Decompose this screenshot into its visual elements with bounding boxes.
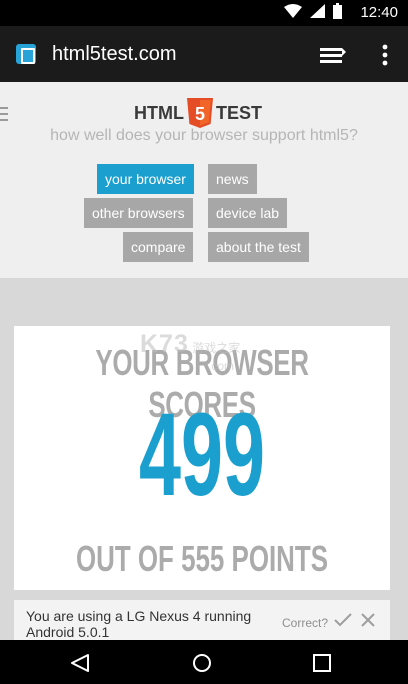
status-icons bbox=[284, 2, 342, 24]
nav-device-lab[interactable]: device lab bbox=[208, 198, 288, 228]
check-icon[interactable] bbox=[334, 612, 352, 628]
device-info-text: You are using a LG Nexus 4 running Andro… bbox=[26, 608, 252, 640]
watermark-domain: .com bbox=[208, 359, 235, 373]
score-max: OUT OF 555 POINTS bbox=[75, 538, 329, 579]
battery-icon bbox=[333, 2, 342, 24]
logo-text-right: TEST bbox=[215, 102, 262, 123]
home-icon[interactable] bbox=[192, 653, 212, 673]
tabs-icon[interactable] bbox=[320, 46, 346, 64]
wifi-icon bbox=[284, 3, 302, 23]
logo-text-left: HTML bbox=[134, 102, 184, 123]
site-logo[interactable]: HTML 5 TEST bbox=[134, 98, 262, 128]
page-title[interactable]: html5test.com bbox=[52, 43, 176, 66]
nav-compare[interactable]: compare bbox=[123, 232, 194, 262]
score-value: 499 bbox=[138, 389, 265, 521]
system-nav-bar bbox=[0, 640, 408, 684]
tagline: how well does your browser support html5… bbox=[50, 127, 358, 144]
nav-news[interactable]: news bbox=[208, 164, 257, 194]
page-content: HTML 5 TEST how well does your browser s… bbox=[0, 82, 408, 640]
site-icon bbox=[16, 44, 36, 64]
watermark: K73 游戏之家 .com bbox=[140, 330, 240, 373]
html5-shield-icon: 5 bbox=[186, 98, 213, 128]
correct-prompt: Correct? bbox=[282, 616, 329, 630]
nav-your-browser[interactable]: your browser bbox=[97, 164, 194, 194]
watermark-logo: K73 bbox=[140, 330, 189, 358]
status-time: 12:40 bbox=[360, 4, 398, 21]
nav-other-browsers[interactable]: other browsers bbox=[84, 198, 193, 228]
recent-apps-icon[interactable] bbox=[313, 654, 331, 672]
back-icon[interactable] bbox=[70, 654, 90, 672]
logo-shield-number: 5 bbox=[195, 104, 205, 124]
app-bar: html5test.com bbox=[0, 26, 408, 82]
site-header: HTML 5 TEST how well does your browser s… bbox=[0, 82, 408, 278]
watermark-subtitle: 游戏之家 bbox=[192, 341, 241, 355]
signal-icon bbox=[310, 3, 325, 23]
status-bar: 12:40 bbox=[0, 0, 408, 26]
nav-about-the-test[interactable]: about the test bbox=[208, 232, 309, 262]
overflow-menu-icon[interactable] bbox=[382, 44, 388, 66]
menu-icon[interactable] bbox=[0, 107, 8, 121]
device-info-bar: You are using a LG Nexus 4 running Andro… bbox=[14, 600, 390, 640]
close-icon[interactable] bbox=[360, 612, 376, 628]
